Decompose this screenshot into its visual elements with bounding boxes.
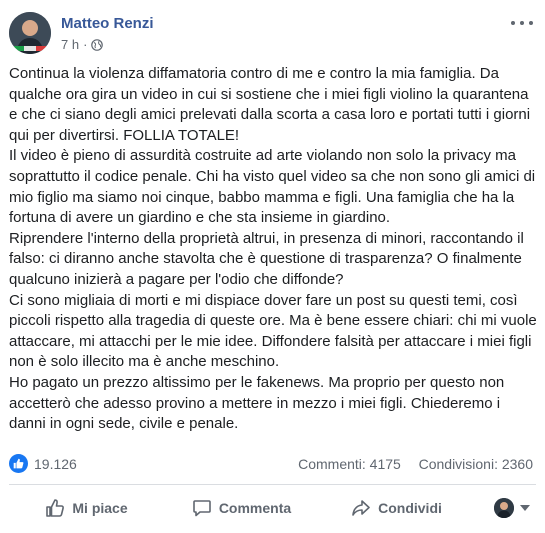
avatar: [494, 498, 514, 518]
meta-separator: ·: [83, 37, 88, 52]
comments-count[interactable]: Commenti: 4175: [298, 456, 401, 472]
facebook-post: Matteo Renzi 7 h · Continua la violenza …: [0, 0, 545, 533]
reaction-count[interactable]: 19.126: [34, 456, 77, 472]
chevron-down-icon: [520, 505, 530, 511]
engagement-counts: Commenti: 4175 Condivisioni: 2360: [298, 456, 533, 472]
like-button[interactable]: Mi piace: [9, 490, 164, 526]
more-dots-icon[interactable]: [511, 15, 533, 31]
like-label: Mi piace: [72, 500, 128, 516]
comment-label: Commenta: [218, 500, 292, 516]
share-button[interactable]: Condividi: [319, 490, 474, 526]
comment-button[interactable]: Commenta: [164, 490, 319, 526]
author-name[interactable]: Matteo Renzi: [61, 15, 154, 32]
post-paragraph: Ho pagato un prezzo altissimo per le fak…: [9, 373, 505, 433]
audience-selector[interactable]: [474, 490, 536, 526]
avatar[interactable]: [9, 12, 51, 54]
post-paragraph: Il video è pieno di assurdità costruite …: [9, 147, 536, 227]
post-time[interactable]: 7 h: [61, 37, 79, 52]
share-label: Condividi: [378, 500, 442, 516]
action-bar: Mi piace Commenta Condividi: [9, 490, 536, 526]
post-paragraph: Riprendere l'interno della proprietà alt…: [9, 229, 524, 288]
post-paragraph: Ci sono migliaia di morti e mi dispiace …: [9, 291, 537, 371]
post-stats: 19.126 Commenti: 4175 Condivisioni: 2360: [9, 452, 533, 476]
post-header: Matteo Renzi 7 h ·: [9, 9, 537, 57]
thumbs-up-icon: [46, 499, 65, 517]
post-message: Continua la violenza diffamatoria contro…: [9, 64, 537, 435]
like-reaction-icon[interactable]: [9, 454, 28, 473]
share-arrow-icon: [352, 500, 370, 516]
divider: [9, 484, 536, 485]
speech-bubble-icon: [193, 500, 211, 517]
shares-count[interactable]: Condivisioni: 2360: [419, 456, 533, 472]
post-meta: 7 h ·: [61, 37, 104, 52]
globe-icon: [91, 38, 104, 51]
post-paragraph: Continua la violenza diffamatoria contro…: [9, 65, 531, 144]
